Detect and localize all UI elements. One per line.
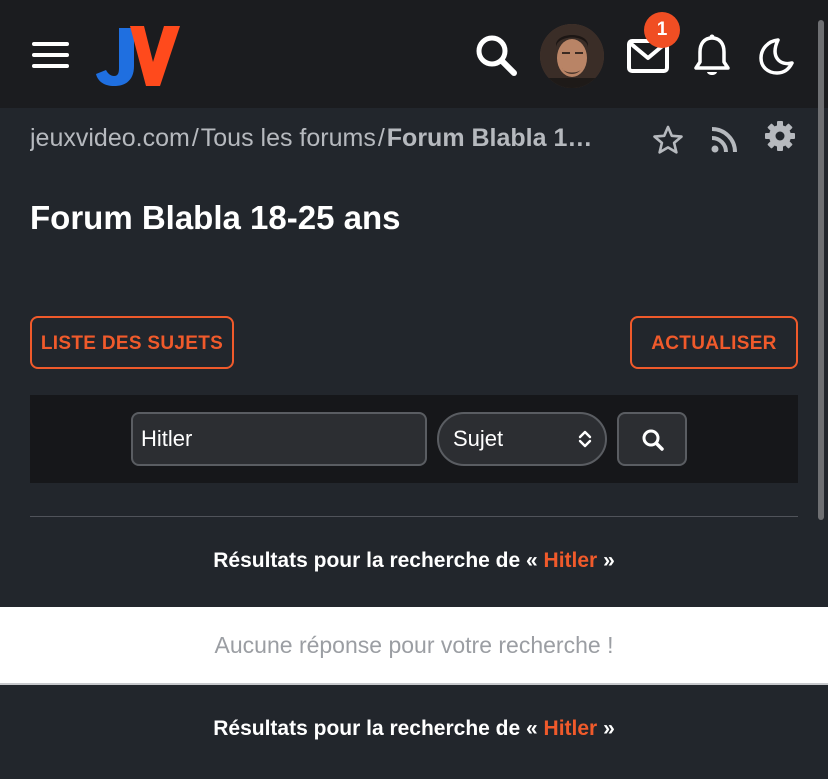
search-input[interactable] bbox=[131, 412, 427, 466]
search-type-select[interactable]: Sujet bbox=[437, 412, 607, 466]
no-results-message: Aucune réponse pour votre recherche ! bbox=[0, 607, 828, 683]
breadcrumb-current-forum: Forum Blabla 1… bbox=[386, 124, 593, 152]
moon-icon[interactable] bbox=[756, 36, 796, 76]
bell-icon[interactable] bbox=[692, 34, 732, 78]
results-suffix: » bbox=[597, 549, 615, 572]
results-heading-footer: Résultats pour la recherche de « Hitler … bbox=[0, 714, 828, 744]
rss-icon[interactable] bbox=[710, 126, 738, 154]
results-heading: Résultats pour la recherche de « Hitler … bbox=[0, 546, 828, 576]
chevron-updown-icon bbox=[578, 430, 592, 448]
breadcrumb-separator: / bbox=[191, 124, 199, 152]
topic-list-button[interactable]: LISTE DES SUJETS bbox=[30, 316, 234, 369]
results-term[interactable]: Hitler bbox=[544, 549, 598, 572]
breadcrumb: jeuxvideo.com/Tous les forums/Forum Blab… bbox=[30, 122, 630, 154]
breadcrumb-home[interactable]: jeuxvideo.com bbox=[30, 124, 190, 152]
top-header: 1 bbox=[0, 0, 828, 108]
breadcrumb-all-forums[interactable]: Tous les forums bbox=[201, 124, 376, 152]
menu-icon[interactable] bbox=[32, 42, 69, 68]
jv-logo[interactable] bbox=[96, 24, 182, 88]
notification-badge: 1 bbox=[644, 12, 680, 48]
page-title: Forum Blabla 18-25 ans bbox=[30, 199, 401, 236]
search-submit-button[interactable] bbox=[617, 412, 687, 466]
results-prefix: Résultats pour la recherche de « bbox=[213, 549, 544, 572]
results-prefix: Résultats pour la recherche de « bbox=[213, 717, 544, 740]
star-icon[interactable] bbox=[652, 124, 684, 156]
breadcrumb-separator: / bbox=[377, 124, 385, 152]
search-icon[interactable] bbox=[474, 33, 518, 77]
results-suffix: » bbox=[597, 717, 615, 740]
gear-icon[interactable] bbox=[764, 120, 796, 152]
avatar[interactable] bbox=[540, 24, 604, 88]
scrollbar[interactable] bbox=[818, 20, 824, 520]
refresh-button[interactable]: ACTUALISER bbox=[630, 316, 798, 369]
search-icon bbox=[642, 429, 664, 451]
divider bbox=[30, 516, 798, 517]
results-term[interactable]: Hitler bbox=[544, 717, 598, 740]
avatar-image bbox=[540, 24, 604, 88]
search-type-value: Sujet bbox=[453, 426, 504, 451]
